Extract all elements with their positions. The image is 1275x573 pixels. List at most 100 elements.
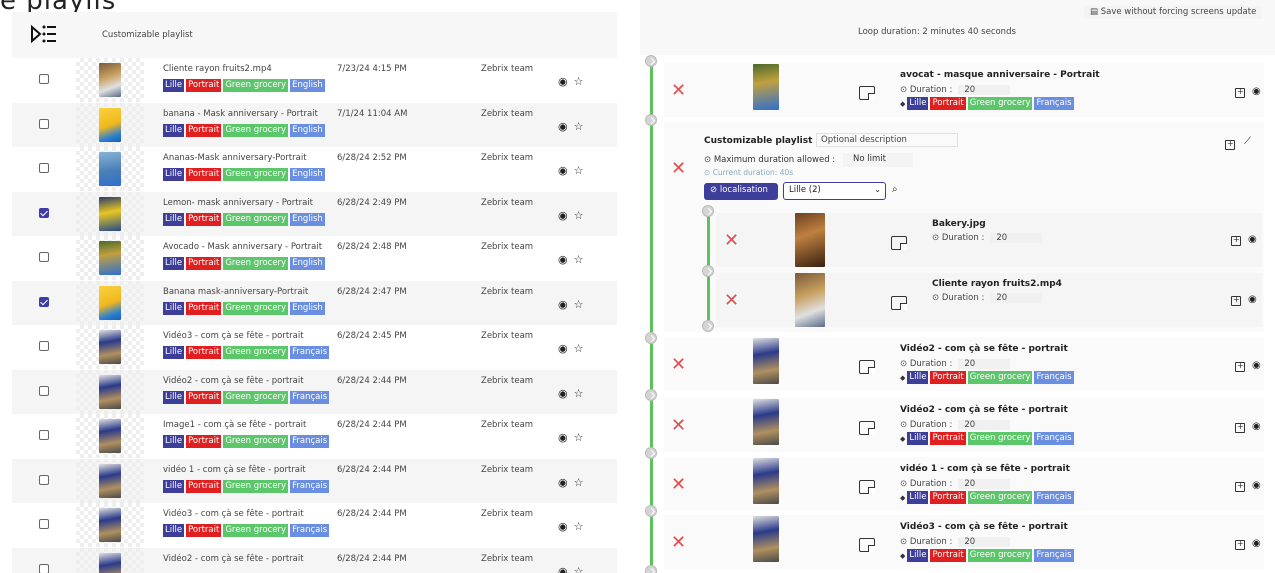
row-checkbox[interactable] xyxy=(39,519,49,529)
media-row[interactable]: Avocado - Mask anniversary - Portrait 6/2… xyxy=(12,236,617,280)
eye-icon[interactable]: ◉ xyxy=(1252,421,1261,432)
duration-input[interactable]: 20 xyxy=(990,233,1043,243)
star-icon[interactable]: ☆ xyxy=(574,253,584,266)
eye-icon[interactable]: ◉ xyxy=(558,253,568,266)
localisation-button[interactable]: ⊘ localisation xyxy=(704,183,778,200)
eye-icon[interactable]: ◉ xyxy=(558,520,568,533)
duration-input[interactable]: 20 xyxy=(958,537,1011,547)
remove-item-icon[interactable]: ✕ xyxy=(671,476,686,494)
schedule-icon[interactable] xyxy=(1235,481,1245,492)
star-icon[interactable]: ☆ xyxy=(574,75,584,88)
media-row[interactable]: Lemon- mask anniversary - Portrait 6/28/2… xyxy=(12,191,617,236)
timeline-knob[interactable] xyxy=(645,505,657,517)
media-name[interactable]: Cliente rayon fruits2.mp4 xyxy=(163,64,272,74)
media-row[interactable]: Image1 - com çà se fête - portrait 6/28/2… xyxy=(12,414,617,458)
star-icon[interactable]: ☆ xyxy=(574,209,584,222)
row-checkbox[interactable] xyxy=(39,252,49,262)
eye-icon[interactable]: ◉ xyxy=(558,342,568,355)
remove-item-icon[interactable]: ✕ xyxy=(671,417,686,435)
timeline-knob[interactable] xyxy=(645,389,657,401)
row-checkbox[interactable] xyxy=(39,474,49,485)
eye-icon[interactable]: ◉ xyxy=(558,476,568,489)
remove-item-icon[interactable]: ✕ xyxy=(671,534,686,552)
media-name[interactable]: banana - Mask anniversary - Portrait xyxy=(163,109,318,119)
remove-item-icon[interactable]: ✕ xyxy=(671,356,686,374)
star-icon[interactable]: ☆ xyxy=(574,342,584,355)
eye-icon[interactable]: ◉ xyxy=(1252,360,1261,371)
remove-item-icon[interactable]: ✕ xyxy=(724,232,739,250)
eye-icon[interactable]: ◉ xyxy=(1248,294,1257,305)
media-name[interactable]: Vidéo2 - com çà se fête - portrait xyxy=(163,376,304,386)
duration-input[interactable]: 20 xyxy=(958,479,1011,489)
eye-icon[interactable]: ◉ xyxy=(558,75,568,88)
eye-icon[interactable]: ◉ xyxy=(558,209,568,222)
schedule-icon[interactable] xyxy=(1235,539,1245,550)
media-row[interactable]: Vidéo3 - com çà se fête - portrait 6/28/2… xyxy=(12,325,617,369)
playlist-description-input[interactable]: Optional description xyxy=(816,133,958,147)
timeline-knob[interactable] xyxy=(702,320,714,332)
star-icon[interactable]: ☆ xyxy=(574,387,584,400)
media-row[interactable]: vidéo 1 - com çà se fête - portrait 6/28/… xyxy=(12,458,617,503)
star-icon[interactable]: ☆ xyxy=(574,164,584,177)
schedule-icon[interactable] xyxy=(1231,235,1241,246)
star-icon[interactable]: ☆ xyxy=(574,120,584,133)
eye-icon[interactable]: ◉ xyxy=(1252,480,1261,491)
star-icon[interactable]: ☆ xyxy=(574,476,584,489)
media-name[interactable]: Lemon- mask anniversary - Portrait xyxy=(163,198,313,208)
row-checkbox[interactable] xyxy=(39,207,49,218)
eye-icon[interactable]: ◉ xyxy=(1252,538,1261,549)
schedule-icon[interactable] xyxy=(1235,87,1245,98)
eye-icon[interactable]: ◉ xyxy=(558,120,568,133)
duration-input[interactable]: 20 xyxy=(958,359,1011,369)
media-name[interactable]: Vidéo3 - com çà se fête - portrait xyxy=(163,331,304,341)
eye-icon[interactable]: ◉ xyxy=(558,298,568,311)
media-row[interactable]: Vidéo2 - com çà se fête - portrait 6/28/2… xyxy=(12,369,617,414)
star-icon[interactable]: ☆ xyxy=(574,298,584,311)
remove-playlist-icon[interactable]: ✕ xyxy=(671,160,686,178)
media-row[interactable]: Cliente rayon fruits2.mp4 7/23/24 4:15 PM… xyxy=(12,58,617,102)
duration-input[interactable]: 20 xyxy=(958,420,1011,430)
row-checkbox[interactable] xyxy=(39,385,49,396)
schedule-icon[interactable] xyxy=(1235,422,1245,433)
schedule-icon[interactable] xyxy=(1235,361,1245,372)
customizable-playlist-label[interactable]: Customizable playlist xyxy=(102,30,193,40)
row-checkbox[interactable] xyxy=(39,74,49,84)
eye-icon[interactable]: ◉ xyxy=(1248,234,1257,245)
row-checkbox[interactable] xyxy=(39,563,49,573)
timeline-knob[interactable] xyxy=(645,55,657,67)
schedule-icon[interactable] xyxy=(1231,295,1241,306)
star-icon[interactable]: ☆ xyxy=(574,565,584,573)
media-name[interactable]: Vidéo2 - com çà se fête - portrait xyxy=(163,554,304,564)
media-name[interactable]: Avocado - Mask anniversary - Portrait xyxy=(163,242,322,252)
media-row[interactable]: Vidéo2 - com çà se fête - portrait 6/28/2… xyxy=(12,547,617,573)
eye-icon[interactable]: ◉ xyxy=(558,387,568,400)
timeline-knob[interactable] xyxy=(702,205,714,217)
duration-input[interactable]: 20 xyxy=(990,293,1043,303)
search-icon[interactable]: ⌕ xyxy=(892,184,898,195)
location-select[interactable]: Lille (2) ⌄ xyxy=(783,182,886,200)
eye-icon[interactable]: ◉ xyxy=(558,164,568,177)
star-icon[interactable]: ☆ xyxy=(574,520,584,533)
row-checkbox[interactable] xyxy=(39,118,49,129)
media-name[interactable]: Ananas-Mask anniversary-Portrait xyxy=(163,153,307,163)
row-checkbox[interactable] xyxy=(39,341,49,351)
playlist-icon[interactable] xyxy=(30,24,56,48)
timeline-knob[interactable] xyxy=(645,114,657,126)
remove-item-icon[interactable]: ✕ xyxy=(724,292,739,310)
media-name[interactable]: vidéo 1 - com çà se fête - portrait xyxy=(163,465,306,475)
timeline-knob[interactable] xyxy=(645,447,657,459)
row-checkbox[interactable] xyxy=(39,430,49,440)
media-name[interactable]: Vidéo3 - com çà se fête - portrait xyxy=(163,509,304,519)
timeline-knob[interactable] xyxy=(645,565,657,573)
media-row[interactable]: Ananas-Mask anniversary-Portrait 6/28/24 … xyxy=(12,147,617,191)
star-icon[interactable]: ☆ xyxy=(574,431,584,444)
eye-icon[interactable]: ◉ xyxy=(558,431,568,444)
row-checkbox[interactable] xyxy=(39,296,49,307)
remove-item-icon[interactable]: ✕ xyxy=(671,82,686,100)
eye-icon[interactable]: ◉ xyxy=(558,565,568,573)
timeline-knob[interactable] xyxy=(645,332,657,344)
timeline-knob[interactable] xyxy=(702,265,714,277)
media-row[interactable]: banana - Mask anniversary - Portrait 7/1/… xyxy=(12,102,617,147)
stats-icon[interactable]: ⟋ xyxy=(1244,136,1251,147)
save-without-forcing-button[interactable]: ▤ Save without forcing screens update xyxy=(1084,6,1263,19)
